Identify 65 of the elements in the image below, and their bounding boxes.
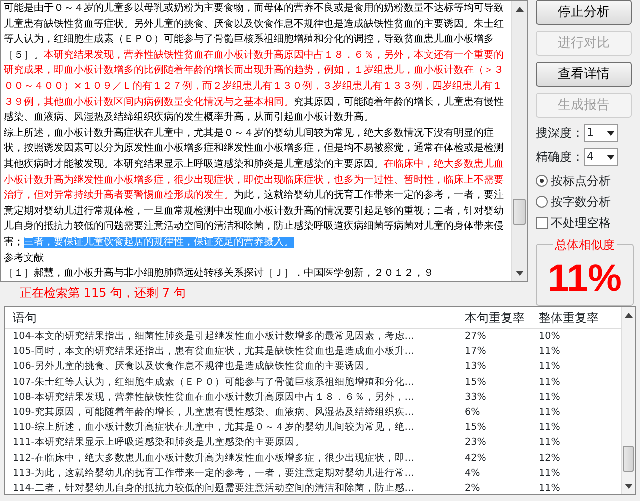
table-cell-text: 4%: [464, 466, 482, 481]
checkbox[interactable]: [536, 217, 548, 229]
checkbox-label: 不处理空格: [551, 215, 611, 232]
table-cell-text: 27%: [464, 330, 488, 344]
radio-label: 按字数分析: [551, 194, 611, 211]
scroll-thumb[interactable]: [623, 446, 634, 472]
column-header[interactable]: 本句重复率: [459, 308, 531, 326]
table-cell-text: 11%: [538, 360, 562, 374]
field-label: 搜深度：: [536, 125, 584, 142]
vertical-scrollbar[interactable]: [621, 307, 635, 494]
table-cell-text: 11%: [538, 482, 562, 496]
paragraph-text: 参考文献: [4, 252, 45, 266]
table-cell-text: 17%: [464, 345, 488, 360]
table-cell-text: 11%: [538, 345, 562, 360]
table-cell-text: 111-本研究结果显示上呼吸道感染和肺炎是儿童感染的主要原因。: [12, 436, 306, 450]
scroll-up-arrow-icon[interactable]: [516, 6, 524, 12]
column-header[interactable]: 整体重复率: [531, 308, 621, 326]
radio-button[interactable]: [536, 196, 548, 208]
paragraph-text: ［１］郝慧，血小板升高与非小细胞肺癌远处转移关系探讨［Ｊ］．中国医学创新，２０１２，９: [4, 266, 435, 281]
table-cell-text: 11%: [538, 421, 562, 436]
table-cell-text: 23%: [464, 436, 488, 450]
table-cell-text: 11%: [538, 390, 562, 405]
field-label: 精确度：: [536, 149, 584, 166]
table-cell-text: 10%: [538, 330, 562, 344]
table-cell-text: 107-朱士红等人认为，红细胞生成素（ＥＰＯ）可能参与了骨髓巨核系祖细胞增殖和分化…: [12, 376, 416, 390]
table-cell-text: 33%: [464, 390, 488, 405]
table-cell-text: 11%: [538, 466, 562, 481]
table-cell-text: 110-综上所述，血小板计数升高症状在儿童中，尤其是０～４岁的婴幼儿间较为常见，绝…: [12, 421, 416, 436]
action-button[interactable]: 停止分析: [536, 0, 632, 25]
table-cell-text: 11%: [538, 406, 562, 420]
radio-button[interactable]: [536, 175, 548, 187]
table-cell-text: 2%: [464, 482, 482, 496]
dropdown[interactable]: 4: [584, 148, 618, 166]
table-cell-text: 108-本研究结果发现，营养性缺铁性贫血在血小板计数升高原因中占１８．６％，另外，…: [12, 390, 416, 405]
caret-icon: [607, 154, 615, 160]
table-cell-text: 109-究其原因，可能随着年龄的增长，儿童患有慢性感染、血液病、风湿热及结缔组织疾…: [12, 406, 416, 420]
table-cell-text: 11%: [538, 376, 562, 390]
table-cell-text: 12%: [538, 452, 562, 466]
radio-label: 按标点分析: [551, 173, 611, 190]
table-cell-text: 11%: [538, 436, 562, 450]
caret-icon: [607, 130, 615, 136]
dropdown[interactable]: 1: [584, 124, 618, 142]
panel-title: 总体相似度: [553, 236, 617, 254]
action-button[interactable]: 查看详情: [536, 62, 632, 87]
table-cell-text: 112-在临床中，绝大多数患儿血小板计数升高为继发性血小板增多症，很少出现症状，即…: [12, 452, 416, 466]
column-header[interactable]: 语句: [5, 308, 459, 326]
table-cell-text: 104-本文的研究结果指出，细菌性肺炎是引起继发性血小板计数增多的最常见因素，考虑…: [12, 330, 416, 344]
table-cell-text: 6%: [464, 406, 482, 420]
table-cell-text: 113-为此，这就给婴幼儿的抚育工作带来一定的参考，一者，要注意定期对婴幼儿进行常…: [12, 466, 416, 481]
table-cell-text: 106-另外儿童的挑食、厌食以及饮食作息不规律也是造成缺铁性贫血的主要诱因。: [12, 360, 376, 374]
scroll-down-arrow-icon[interactable]: [624, 484, 632, 488]
paragraph-text: 可能是由于０～４岁的儿童多以母乳或奶粉为主要食物，而母体的营养不良或是食用的奶粉数量不达标等均可导致儿童患有缺铁性贫血等症状。另外儿童的挑食、厌食以及饮食作息不规律也是造成缺铁性贫血的主要诱因。朱士红等人认为，红细胞生成素（ＥＰＯ）可能参与了骨髓巨核系祖细胞增殖和分化的调控，导致贫血患儿血小板增多［５］。本研究结果发现，营养性缺铁性贫血在血小板计数升高原因中占１８．６％，另外，本文还有一个重要的研究成果，即血小板计数增多的比例随着年龄的增长而出现升高的趋势，例如，１岁组患儿，血小板计数在（＞３００～４００）×１０９／Ｌ的有１２７例，而２岁组患儿有１３０例，３岁组患儿有１３３例，四岁组患儿有１３９例，其他血小板计数区间内病例数量变化情况与之基本相同。究其原因，可能随着年龄的增长，儿童患有慢性感染、血液病、风湿热及结缔组织疾病的发生概率升高，从而引起血小板计数升高。: [4, 2, 505, 126]
table-cell-text: 15%: [464, 421, 488, 436]
paragraph-text: 综上所述，血小板计数升高症状在儿童中，尤其是０～４岁的婴幼儿间较为常见，绝大多数情况下没有明显的症状，按照诱发因素可以分为原发性血小板增多症和继发性血小板增多症，但是均不易被察觉，通常在体检或是检测其他疾病时才能被发现。本研究结果显示上呼吸道感染和肺炎是儿童感染的主要原因。在临床中，绝大多数患儿血小板计数升高为继发性血小板增多症，很少出现症状，即使出现临床症状，也多为一过性、暂时性，临床上不需要治疗，但对异常持续升高者要警惕血栓形成的发生。为此，这就给婴幼儿的抚育工作带来一定的参考，一者，要注意定期对婴幼儿进行常规体检，一旦血常规检测中出现血小板计数升高的情况要引起足够的重视；二者，针对婴幼儿自身的抵抗力较低的问题需要注意活动空间的清洁和除菌，防止感染呼吸道疾病细菌等病菌对儿童的身体带来侵害；三者，要保证儿童饮食起居的规律性，保证充足的营养摄入。: [4, 126, 505, 250]
vertical-scrollbar[interactable]: [511, 1, 527, 281]
scroll-thumb[interactable]: [513, 199, 526, 225]
scroll-down-arrow-icon[interactable]: [516, 270, 524, 276]
status-text: 正在检索第 115 句，还剩 7 句: [20, 285, 186, 302]
table-cell-text: 105-同时，本文的研究结果还指出，患有贫血症状，尤其是缺铁性贫血也是造成血小板升…: [12, 345, 416, 360]
table-cell-text: 114-二者，针对婴幼儿自身的抵抗力较低的问题需要注意活动空间的清洁和除菌，防止感…: [12, 482, 416, 496]
similarity-value: 11%: [548, 257, 622, 301]
scroll-up-arrow-icon[interactable]: [624, 312, 632, 318]
table-cell-text: 15%: [464, 376, 488, 390]
table-cell-text: 13%: [464, 360, 488, 374]
table-cell-text: 42%: [464, 452, 488, 466]
